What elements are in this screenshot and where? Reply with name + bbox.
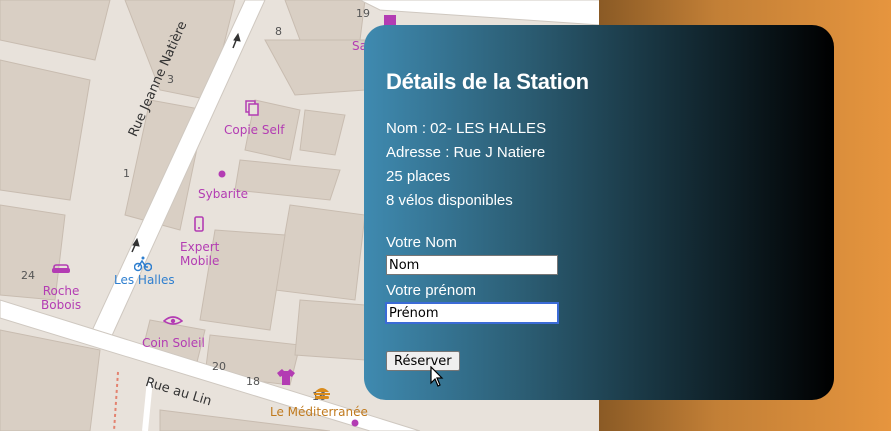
station-bikes-available: 8 vélos disponibles [386, 192, 513, 209]
house-number: 1 [123, 167, 130, 180]
reserve-button[interactable]: Réserver [386, 351, 460, 371]
house-number: 24 [21, 269, 35, 282]
prenom-label: Votre prénom [386, 282, 477, 299]
prenom-input[interactable] [385, 302, 559, 324]
mouse-cursor-icon [430, 366, 444, 387]
reservation-form: Votre Nom Votre prénom Réserver [385, 231, 834, 371]
house-number: 18 [246, 375, 260, 388]
poi-label-roche-bobois[interactable]: Roche Bobois [41, 284, 81, 312]
station-places: 25 places [386, 168, 451, 185]
panel-title: Détails de la Station [386, 69, 589, 94]
house-number: 20 [212, 360, 226, 373]
poi-label-coin-soleil[interactable]: Coin Soleil [142, 336, 205, 350]
house-number: 3 [167, 73, 174, 86]
house-number: 19 [356, 7, 370, 20]
station-address: Adresse : Rue J Natiere [386, 144, 546, 161]
poi-label-le-mediterranee[interactable]: Le Méditerranée [270, 405, 368, 419]
station-details-panel: Détails de la Station Nom : 02- LES HALL… [364, 25, 834, 400]
station-name: Nom : 02- LES HALLES [386, 120, 547, 137]
station-info: Nom : 02- LES HALLES Adresse : Rue J Nat… [386, 117, 834, 213]
station-label-les-halles[interactable]: Les Halles [114, 273, 175, 287]
house-number: 8 [275, 25, 282, 38]
nom-input[interactable] [386, 255, 558, 275]
poi-label-copie-self[interactable]: Copie Self [224, 123, 284, 137]
poi-label-expert-mobile[interactable]: Expert Mobile [180, 240, 219, 268]
nom-label: Votre Nom [386, 234, 457, 251]
poi-label-sybarite[interactable]: Sybarite [198, 187, 248, 201]
